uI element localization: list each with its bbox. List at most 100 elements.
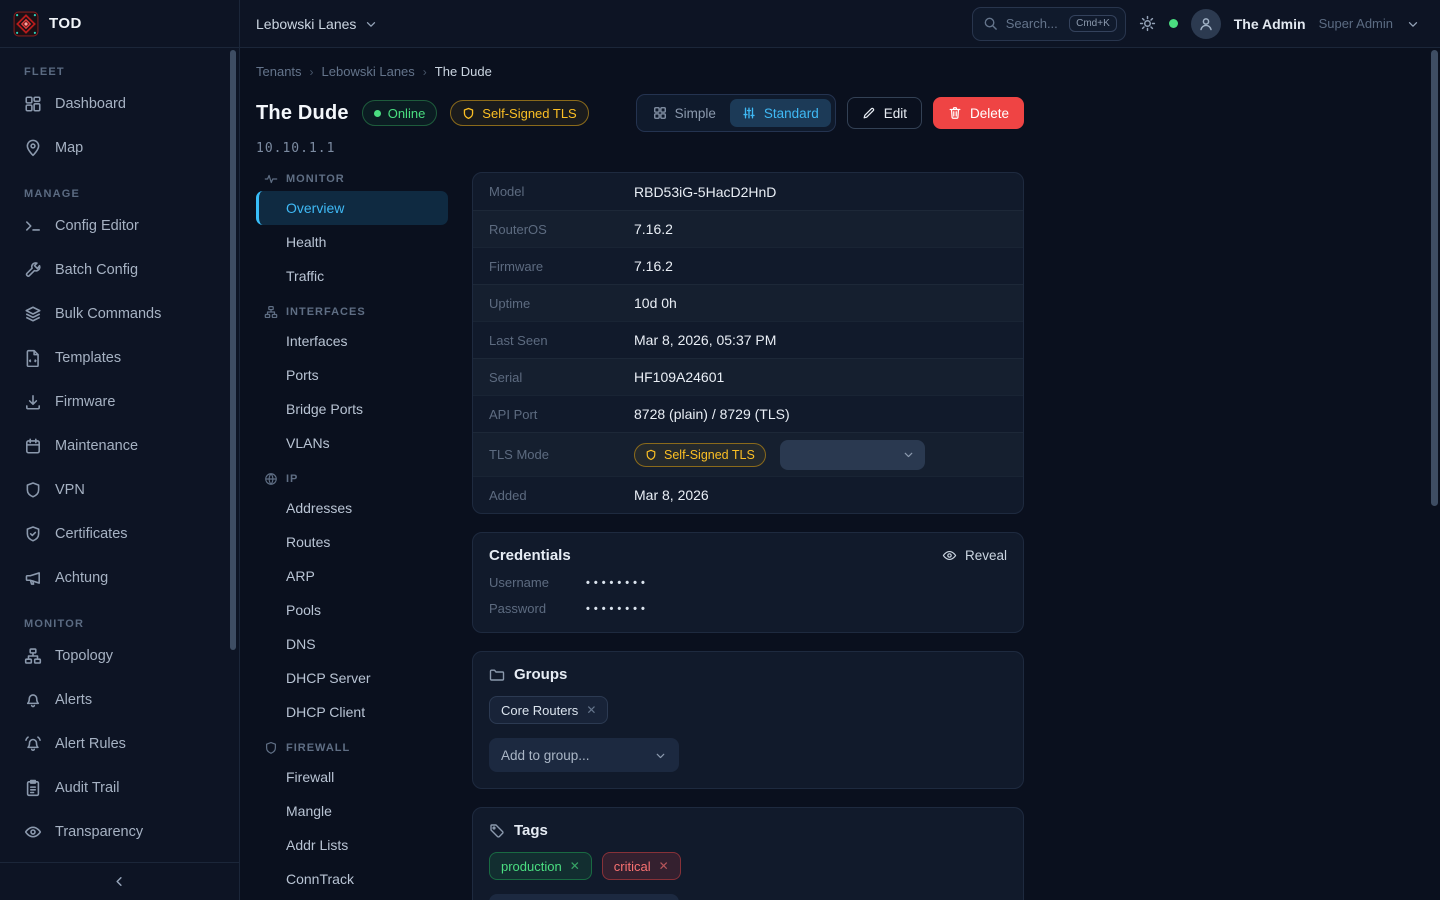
sidebar-item-alerts[interactable]: Alerts: [14, 678, 225, 722]
sidebar-item-templates[interactable]: Templates: [14, 336, 225, 380]
subnav-section-label: FIREWALL: [286, 742, 350, 754]
sidebar-item-config-editor[interactable]: Config Editor: [14, 204, 225, 248]
sidebar-item-vpn[interactable]: VPN: [14, 468, 225, 512]
chevron-down-icon: [902, 448, 915, 461]
view-simple-button[interactable]: Simple: [641, 99, 728, 127]
sidebar-item-dashboard[interactable]: Dashboard: [14, 82, 225, 126]
subnav-item-label: VLANs: [286, 435, 330, 451]
sidebar-item-label: Alert Rules: [55, 736, 126, 752]
subnav-item-label: Pools: [286, 602, 321, 618]
remove-chip-icon[interactable]: ✕: [586, 703, 596, 717]
subnav-item-addresses[interactable]: Addresses: [256, 491, 448, 525]
breadcrumb-tenant[interactable]: Lebowski Lanes: [322, 64, 415, 79]
reveal-button[interactable]: Reveal: [942, 548, 1007, 563]
add-to-group-select[interactable]: Add to group...: [489, 738, 679, 772]
tenant-selector[interactable]: Lebowski Lanes: [256, 16, 378, 32]
subnav-item-pools[interactable]: Pools: [256, 593, 448, 627]
tls-badge: Self-Signed TLS: [450, 100, 588, 126]
sidebar-item-label: Bulk Commands: [55, 306, 161, 322]
tls-mode-badge: Self-Signed TLS: [634, 443, 766, 467]
subnav-item-vlans[interactable]: VLANs: [256, 426, 448, 460]
subnav-item-label: ARP: [286, 568, 315, 584]
tls-mode-select[interactable]: [780, 440, 925, 470]
subnav-item-arp[interactable]: ARP: [256, 559, 448, 593]
subnav-item-label: Overview: [286, 200, 344, 216]
sliders-icon: [742, 106, 756, 120]
sidebar-item-label: Alerts: [55, 692, 92, 708]
sidebar-item-label: Achtung: [55, 570, 108, 586]
user-role: Super Admin: [1319, 16, 1393, 31]
subnav-item-addr-lists[interactable]: Addr Lists: [256, 828, 448, 862]
sidebar-item-batch-config[interactable]: Batch Config: [14, 248, 225, 292]
folder-icon: [489, 667, 505, 683]
topbar-right: Search... Cmd+K The Admin Super Admin: [972, 7, 1440, 41]
eye-icon: [942, 548, 957, 563]
subnav-item-dhcp-client[interactable]: DHCP Client: [256, 695, 448, 729]
subnav-item-label: Interfaces: [286, 333, 347, 349]
subnav-item-health[interactable]: Health: [256, 225, 448, 259]
subnav-item-traffic[interactable]: Traffic: [256, 259, 448, 293]
view-standard-button[interactable]: Standard: [730, 99, 831, 127]
table-row-tls-mode: TLS Mode Self-Signed TLS: [473, 432, 1023, 476]
subnav-item-routes[interactable]: Routes: [256, 525, 448, 559]
search-input[interactable]: Search... Cmd+K: [972, 7, 1126, 41]
sidebar-item-certificates[interactable]: Certificates: [14, 512, 225, 556]
groups-card: Groups Core Routers ✕ Add to group...: [472, 651, 1024, 789]
search-icon: [983, 16, 998, 31]
groups-title: Groups: [514, 666, 567, 683]
subnav-item-mangle[interactable]: Mangle: [256, 794, 448, 828]
window-scrollbar[interactable]: [1431, 50, 1438, 506]
sidebar-item-maintenance[interactable]: Maintenance: [14, 424, 225, 468]
tag-chip-label: critical: [614, 859, 651, 874]
subnav-item-wifi-partial[interactable]: WiFi: [256, 896, 448, 900]
status-badge: Online: [362, 100, 438, 126]
subnav-item-interfaces[interactable]: Interfaces: [256, 324, 448, 358]
delete-button[interactable]: Delete: [933, 97, 1024, 129]
sidebar-item-achtung[interactable]: Achtung: [14, 556, 225, 600]
breadcrumb-tenants[interactable]: Tenants: [256, 64, 302, 79]
sidebar-collapse-button[interactable]: [0, 862, 239, 900]
sidebar-item-map[interactable]: Map: [14, 126, 225, 170]
view-mode-toggle: Simple Standard: [636, 94, 836, 132]
sidebar-item-topology[interactable]: Topology: [14, 634, 225, 678]
subnav-section-firewall: FIREWALL: [264, 741, 448, 755]
password-label: Password: [489, 601, 586, 616]
sidebar-item-firmware[interactable]: Firmware: [14, 380, 225, 424]
sidebar-item-label: Transparency: [55, 824, 143, 840]
sidebar-item-audit-trail[interactable]: Audit Trail: [14, 766, 225, 810]
table-row-api-port: API Port 8728 (plain) / 8729 (TLS): [473, 395, 1023, 432]
user-menu-chevron-icon[interactable]: [1406, 17, 1420, 31]
subnav-item-dhcp-server[interactable]: DHCP Server: [256, 661, 448, 695]
subnav-item-firewall[interactable]: Firewall: [256, 760, 448, 794]
subnav-item-bridge-ports[interactable]: Bridge Ports: [256, 392, 448, 426]
remove-chip-icon[interactable]: ✕: [659, 859, 669, 873]
sidebar-item-bulk-commands[interactable]: Bulk Commands: [14, 292, 225, 336]
avatar[interactable]: [1191, 9, 1221, 39]
app-logo-icon: [13, 11, 39, 37]
subnav-item-overview[interactable]: Overview: [256, 191, 448, 225]
grid-icon: [653, 106, 667, 120]
subnav-section-monitor: MONITOR: [264, 172, 448, 186]
theme-toggle-sun-icon[interactable]: [1139, 15, 1156, 32]
add-tag-select[interactable]: Add tag...: [489, 894, 679, 900]
megaphone-icon: [24, 569, 42, 587]
sidebar-item-transparency[interactable]: Transparency: [14, 810, 225, 854]
remove-chip-icon[interactable]: ✕: [570, 859, 580, 873]
subnav-item-conntrack[interactable]: ConnTrack: [256, 862, 448, 896]
row-value: RBD53iG-5HacD2HnD: [634, 184, 776, 200]
subnav-item-label: Routes: [286, 534, 330, 550]
sidebar-scrollbar[interactable]: [230, 50, 236, 650]
sidebar-item-alert-rules[interactable]: Alert Rules: [14, 722, 225, 766]
tag-chip-critical: critical ✕: [602, 852, 681, 880]
subnav-item-ports[interactable]: Ports: [256, 358, 448, 392]
topology-icon: [24, 647, 42, 665]
subnav-item-dns[interactable]: DNS: [256, 627, 448, 661]
chevron-left-icon: [112, 874, 127, 889]
sidebar-item-label: Firmware: [55, 394, 115, 410]
row-value: 10d 0h: [634, 295, 677, 311]
online-dot-icon: [374, 110, 381, 117]
table-row-uptime: Uptime 10d 0h: [473, 284, 1023, 321]
sidebar-section-fleet: FLEET: [24, 66, 225, 78]
edit-button[interactable]: Edit: [847, 97, 922, 129]
sidebar-section-monitor: MONITOR: [24, 618, 225, 630]
